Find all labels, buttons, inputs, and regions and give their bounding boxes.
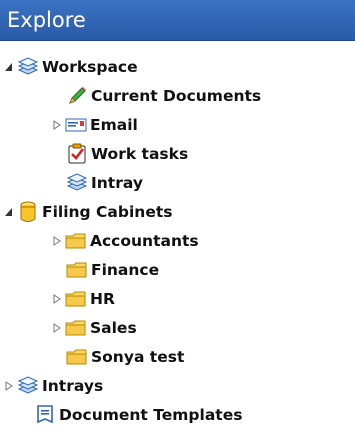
panel-title: Explore xyxy=(7,8,86,32)
tree-item-email[interactable]: Email xyxy=(52,110,138,139)
folder-icon xyxy=(65,230,87,252)
explore-header: Explore xyxy=(0,0,355,41)
collapse-triangle-icon[interactable] xyxy=(4,207,14,217)
tree-label: Workspace xyxy=(42,57,138,76)
tree-label: Intrays xyxy=(42,376,104,395)
expand-triangle-icon[interactable] xyxy=(52,119,62,130)
tree-item-intray[interactable]: Intray xyxy=(66,168,143,197)
tree-label: Intray xyxy=(91,173,143,192)
expand-triangle-icon[interactable] xyxy=(4,380,14,391)
tree-label: Sales xyxy=(90,318,137,337)
tree-item-accountants[interactable]: Accountants xyxy=(52,226,199,255)
tree-item-sonya-test[interactable]: Sonya test xyxy=(66,342,184,371)
folder-icon xyxy=(66,346,88,368)
tree-item-sales[interactable]: Sales xyxy=(52,313,137,342)
task-icon xyxy=(66,143,88,165)
folder-icon xyxy=(65,317,87,339)
collapse-triangle-icon[interactable] xyxy=(4,62,14,72)
tree-label: Finance xyxy=(91,260,160,279)
tree-label: Sonya test xyxy=(91,347,185,366)
cabinet-icon xyxy=(17,201,39,223)
folder-icon xyxy=(65,288,87,310)
tree-item-finance[interactable]: Finance xyxy=(66,255,159,284)
stack-icon xyxy=(17,56,39,78)
email-icon xyxy=(65,114,87,136)
folder-icon xyxy=(66,259,88,281)
expand-triangle-icon[interactable] xyxy=(52,235,62,246)
tree-label: HR xyxy=(90,289,115,308)
tree-item-document-templates[interactable]: Document Templates xyxy=(34,400,242,429)
tree-label: Filing Cabinets xyxy=(42,202,173,221)
tree-item-current-documents[interactable]: Current Documents xyxy=(66,81,261,110)
expand-triangle-icon[interactable] xyxy=(52,293,62,304)
tree-item-work-tasks[interactable]: Work tasks xyxy=(66,139,188,168)
pencil-icon xyxy=(66,85,88,107)
stack-icon xyxy=(66,172,88,194)
tree-label: Accountants xyxy=(90,231,199,250)
tree-item-workspace[interactable]: Workspace xyxy=(4,52,138,81)
tree-label: Current Documents xyxy=(91,86,262,105)
tree-label: Work tasks xyxy=(91,144,189,163)
tree-item-intrays[interactable]: Intrays xyxy=(4,371,103,400)
tree-item-filing-cabinets[interactable]: Filing Cabinets xyxy=(4,197,172,226)
expand-triangle-icon[interactable] xyxy=(52,322,62,333)
tree-label: Document Templates xyxy=(59,405,243,424)
template-icon xyxy=(34,404,56,426)
stack-icon xyxy=(17,375,39,397)
tree-label: Email xyxy=(90,115,138,134)
tree-item-hr[interactable]: HR xyxy=(52,284,115,313)
